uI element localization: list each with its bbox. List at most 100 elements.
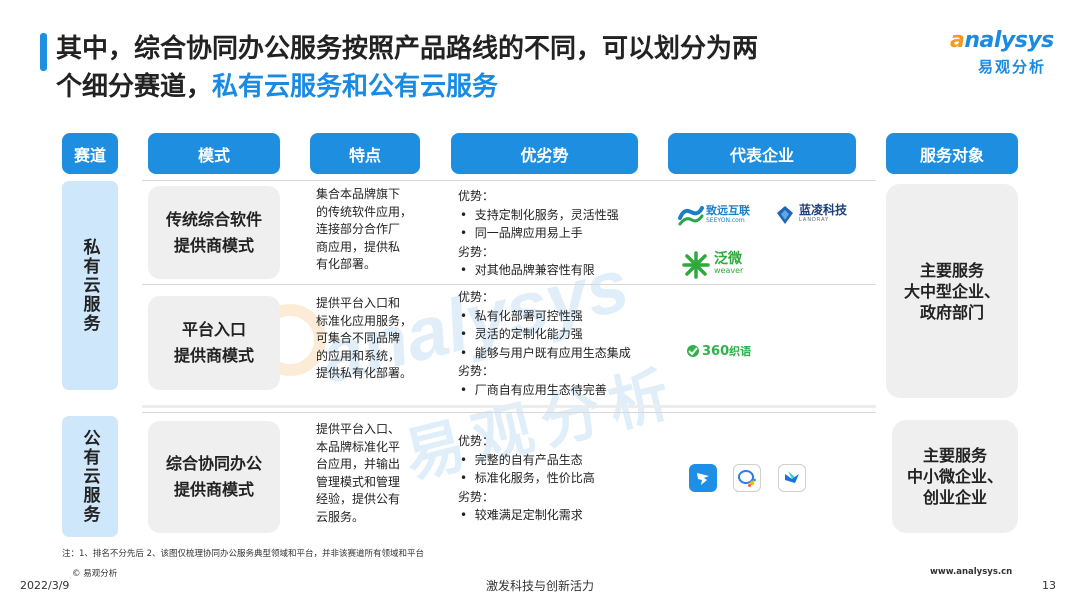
date: 2022/3/9 [20,579,70,592]
features-cell: 集合本品牌旗下 的传统软件应用， 连接部分合作厂 商应用，提供私 有化部署。 [316,186,434,274]
features-line: 集合本品牌旗下 [316,187,401,201]
seeyon-en: SEEYON.com [706,217,745,224]
pros-cons-bullet: • 私有化部署可控性强 [460,308,583,323]
pros-cons-bullet-text: 厂商自有应用生态待完善 [474,382,607,397]
row-divider [142,180,876,181]
seeyon-text: 致远互联 SEEYON.com [706,204,750,226]
target-private: 主要服务 大中型企业、 政府部门 [886,184,1018,398]
weaver-cn: 泛微 [714,251,742,267]
pros-cons-bullet: • 灵活的定制化能力强 [460,327,583,341]
pros-cons-cell: 优势： • 私有化部署可控性强 • 灵活的定制化能力强 • 能够与用户既有应用生… [458,288,663,399]
zhiyu-number: 360 [702,343,730,359]
title-accent-bar [40,33,47,71]
title-line-1: 其中，综合协同办公服务按照产品路线的不同，可以划分为两 [56,34,759,64]
target-line-1: 主要服务 [919,260,984,280]
header-enterprises: 代表企业 [668,133,856,174]
pros-cons-line: 优势： [458,290,495,304]
row-divider [142,284,876,285]
features-cell: 提供平台入口、 本品牌标准化平 台应用，并输出 管理模式和管理 经验，提供公有 … [316,421,434,526]
zhiyu-360-logo: 360 织语 [686,343,751,359]
mode-line-1: 传统综合软件 [165,209,262,229]
header-target-customers: 服务对象 [886,133,1018,174]
pros-cons-bullet: • 较难满足定制化需求 [460,508,583,522]
zhiyu-mark-icon [687,345,699,357]
features-line: 标准化应用服务， [316,313,413,328]
target-text: 主要服务 中小微企业、 创业企业 [907,445,1003,508]
pros-cons-bullet: • 同一品牌应用易上手 [460,226,583,240]
features-line: 台应用，并输出 [316,457,401,471]
zhiyu-cn: 织语 [729,345,752,358]
features-line: 的应用和系统， [316,348,401,363]
target-line-2: 中小微企业、 [906,467,1003,486]
landray-cn: 蓝凌科技 [799,203,848,217]
pros-cons-bullet-text: 同一品牌应用易上手 [474,226,583,240]
mode-text: 综合协同办公 提供商模式 [166,451,262,503]
pros-cons-bullet: • 完整的自有产品生态 [460,452,583,467]
landray-logo: 蓝凌科技 LANDRAY [774,204,847,226]
row-divider [142,412,876,413]
pros-cons-bullet: • 对其他品牌兼容性有限 [460,263,595,277]
header-mode: 模式 [148,133,280,174]
title-line-2-prefix: 个细分赛道， [56,72,213,102]
pros-cons-cell: 优势： • 支持定制化服务，灵活性强 • 同一品牌应用易上手 劣势： • 对其他… [458,187,663,280]
features-cell: 提供平台入口和 标准化应用服务， 可集合不同品牌 的应用和系统， 提供私有化部署… [316,295,434,383]
pros-cons-line: 劣势： [458,244,495,259]
mode-cell: 传统综合软件 提供商模式 [148,186,280,279]
footnote: 注：1、排名不分先后 2、该图仅梳理协同办公服务典型领域和平台，并非该赛道所有领… [62,549,425,559]
weaver-text: 泛微 weaver [714,251,744,276]
logo-wordmark: analysys [950,28,1054,53]
track-private-label: 私有云服务 [79,238,100,333]
features-line: 提供私有化部署。 [316,366,413,380]
features-line: 本品牌标准化平 [316,439,401,454]
dingtalk-icon [689,464,717,492]
pros-cons-bullet-text: 能够与用户既有应用生态集成 [474,345,631,360]
seeyon-logo: 致远互联 SEEYON.com [678,204,750,228]
mode-cell: 平台入口 提供商模式 [148,296,280,390]
title-highlight: 私有云服务和公有云服务 [212,72,499,102]
pros-cons-bullet-text: 完整的自有产品生态 [474,452,583,467]
mode-line-2: 提供商模式 [173,346,254,365]
features-line: 有化部署。 [316,257,377,271]
pros-cons-bullet-text: 支持定制化服务，灵活性强 [474,207,619,222]
features-line: 商应用，提供私 [316,239,401,254]
features-line: 提供平台入口、 [316,422,401,436]
weaver-logo: 泛微 weaver [680,250,743,280]
analysys-logo: analysys 易观分析 [950,28,1060,78]
features-line: 连接部分合作厂 [316,222,401,236]
title-line-2: 个细分赛道，私有云服务和公有云服务 [56,68,936,106]
website: www.analysys.cn [930,567,1013,577]
pros-cons-bullet: • 能够与用户既有应用生态集成 [460,345,631,360]
seeyon-mark-icon [678,206,704,226]
features-line: 提供平台入口和 [316,296,401,310]
pros-cons-bullet: • 标准化服务，性价比高 [460,471,595,485]
page-number: 13 [1042,579,1056,592]
pros-cons-bullet: • 支持定制化服务，灵活性强 [460,207,619,222]
pros-cons-bullet-text: 灵活的定制化能力强 [474,327,583,341]
pros-cons-bullet: • 厂商自有应用生态待完善 [460,382,607,397]
pros-cons-line: 劣势： [458,489,495,504]
features-line: 可集合不同品牌 [316,331,401,345]
pros-cons-bullet-text: 较难满足定制化需求 [474,508,583,522]
logo-letter-a: a [950,28,965,53]
weaver-mark-icon [682,251,710,279]
seeyon-cn: 致远互联 [706,204,750,217]
target-public: 主要服务 中小微企业、 创业企业 [892,420,1018,533]
features-line: 经验，提供公有 [316,492,401,506]
mode-text: 平台入口 提供商模式 [174,317,254,369]
target-text: 主要服务 大中型企业、 政府部门 [904,260,1000,323]
features-line: 云服务。 [316,509,365,524]
track-public-label: 公有云服务 [79,429,100,524]
target-line-3: 创业企业 [922,488,987,507]
weaver-en: weaver [714,266,744,275]
landray-text: 蓝凌科技 LANDRAY [799,203,848,225]
features-line: 的传统软件应用， [316,204,413,219]
header-track: 赛道 [62,133,118,174]
pros-cons-bullet-text: 私有化部署可控性强 [474,308,583,323]
pros-cons-line: 劣势： [458,364,495,378]
feishu-icon [778,464,806,492]
mode-text: 传统综合软件 提供商模式 [166,207,262,259]
pros-cons-line: 优势： [458,189,495,203]
slogan: 激发科技与创新活力 [485,579,594,593]
pros-cons-bullet-text: 标准化服务，性价比高 [474,471,595,485]
header-pros-cons: 优劣势 [451,133,638,174]
